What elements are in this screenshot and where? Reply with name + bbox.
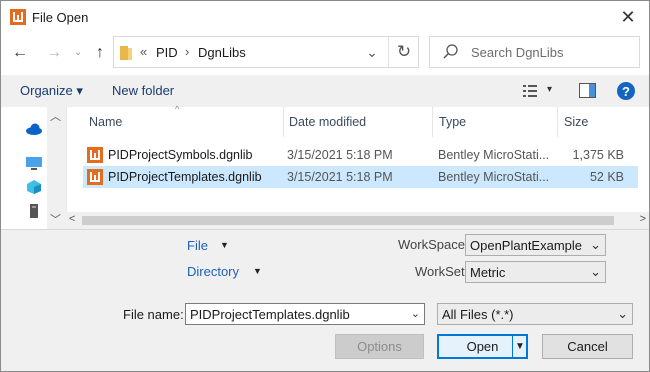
file-menu-link[interactable]: File <box>187 238 208 253</box>
recent-locations-icon[interactable]: ⌄ <box>74 43 82 63</box>
view-dropdown-icon[interactable]: ▾ <box>547 84 552 95</box>
divider <box>1 229 649 230</box>
organize-button[interactable]: Organize ▾ <box>20 83 83 99</box>
split-divider <box>512 336 513 357</box>
navigation-pane: ︿ ﹀ <box>1 107 65 229</box>
file-type-filter-select[interactable]: All Files (*.*) ⌄ <box>437 303 633 325</box>
column-header-row: ^ Name Date modified Type Size <box>67 104 649 137</box>
navigation-bar: ← → ⌄ ↑ « PID › DgnLibs ⌄ ↻ Search DgnLi… <box>1 33 649 75</box>
scroll-down-icon[interactable]: ﹀ <box>50 211 61 227</box>
column-divider[interactable] <box>432 107 433 137</box>
file-size-cell: 1,375 KB <box>572 148 624 162</box>
chevron-down-icon[interactable]: ⌄ <box>411 307 420 320</box>
breadcrumb-item-pid[interactable]: PID <box>156 45 178 60</box>
address-bar[interactable]: « PID › DgnLibs ⌄ ↻ <box>113 36 419 68</box>
column-divider[interactable] <box>557 107 558 137</box>
file-row[interactable]: PIDProjectSymbols.dgnlib 3/15/2021 5:18 … <box>83 144 638 166</box>
forward-icon[interactable]: → <box>44 43 64 63</box>
workset-value: Metric <box>470 265 506 280</box>
file-name-cell: PIDProjectSymbols.dgnlib <box>108 148 253 162</box>
workspace-select[interactable]: OpenPlantExample ⌄ <box>465 234 606 256</box>
workspace-value: OpenPlantExample <box>470 238 583 253</box>
preview-pane-icon[interactable] <box>579 83 597 99</box>
directory-menu-arrow-icon[interactable]: ▼ <box>253 266 262 276</box>
scroll-up-icon[interactable]: ︿ <box>50 108 61 124</box>
open-button-label: Open <box>466 339 499 354</box>
window-title: File Open <box>32 10 89 25</box>
column-header-name[interactable]: Name <box>89 115 122 129</box>
workset-label: WorkSet <box>415 264 465 279</box>
chevron-down-icon: ⌄ <box>590 264 601 279</box>
this-pc-icon[interactable] <box>25 155 43 171</box>
file-date-cell: 3/15/2021 5:18 PM <box>287 148 393 162</box>
toolbar: Organize ▾ New folder ▾ ? <box>1 75 649 107</box>
open-dropdown-arrow-icon[interactable]: ▼ <box>515 336 525 357</box>
breadcrumb-overflow-icon[interactable]: « <box>140 44 147 59</box>
file-size-cell: 52 KB <box>589 170 624 184</box>
column-header-date-modified[interactable]: Date modified <box>289 115 366 129</box>
chevron-down-icon: ⌄ <box>617 306 628 321</box>
file-name-input[interactable]: PIDProjectTemplates.dgnlib ⌄ <box>185 303 425 325</box>
scroll-left-icon[interactable]: < <box>69 213 75 225</box>
new-folder-button[interactable]: New folder <box>112 83 174 98</box>
workspace-label: WorkSpace <box>398 237 465 252</box>
3d-objects-icon[interactable] <box>25 179 43 195</box>
open-button[interactable]: Open ▼ <box>437 334 528 359</box>
breadcrumb-item-dgnlibs[interactable]: DgnLibs <box>198 45 246 60</box>
search-icon <box>443 44 458 59</box>
file-name-label: File name: <box>123 307 184 322</box>
file-open-dialog: File Open ✕ ← → ⌄ ↑ « PID › DgnLibs ⌄ ↻ … <box>0 0 650 372</box>
drive-icon[interactable] <box>25 203 43 219</box>
column-divider[interactable] <box>283 107 284 137</box>
horizontal-scrollbar[interactable]: < > <box>66 212 649 229</box>
scrollbar-thumb[interactable] <box>82 216 614 225</box>
file-row-selected[interactable]: PIDProjectTemplates.dgnlib 3/15/2021 5:1… <box>83 166 638 188</box>
folder-icon <box>120 46 132 60</box>
sort-indicator-icon: ^ <box>175 104 180 114</box>
breadcrumb-separator-icon[interactable]: › <box>185 44 189 59</box>
file-name-cell: PIDProjectTemplates.dgnlib <box>108 170 262 184</box>
organize-arrow-icon: ▾ <box>76 83 83 98</box>
dgnlib-file-icon <box>87 169 103 185</box>
svg-text:?: ? <box>622 84 630 99</box>
app-icon <box>10 9 26 25</box>
title-bar: File Open ✕ <box>1 1 649 33</box>
close-icon[interactable]: ✕ <box>617 6 639 28</box>
help-icon[interactable]: ? <box>616 81 636 101</box>
address-dropdown-icon[interactable]: ⌄ <box>362 41 382 63</box>
file-menu-arrow-icon[interactable]: ▼ <box>220 240 229 250</box>
chevron-down-icon: ⌄ <box>590 237 601 252</box>
up-folder-icon[interactable]: ↑ <box>90 43 110 63</box>
search-placeholder: Search DgnLibs <box>471 45 564 60</box>
back-icon[interactable]: ← <box>10 43 30 63</box>
workset-select[interactable]: Metric ⌄ <box>465 261 606 283</box>
file-list: ^ Name Date modified Type Size PIDProjec… <box>66 104 649 229</box>
view-options-icon[interactable] <box>523 84 539 98</box>
file-type-cell: Bentley MicroStati... <box>438 170 550 184</box>
file-date-cell: 3/15/2021 5:18 PM <box>287 170 393 184</box>
column-header-type[interactable]: Type <box>439 115 466 129</box>
cancel-button[interactable]: Cancel <box>542 334 633 359</box>
directory-menu-link[interactable]: Directory <box>187 264 239 279</box>
scroll-right-icon[interactable]: > <box>640 213 646 225</box>
file-type-cell: Bentley MicroStati... <box>438 148 550 162</box>
options-button[interactable]: Options <box>335 334 424 359</box>
dgnlib-file-icon <box>87 147 103 163</box>
organize-label: Organize <box>20 83 73 98</box>
refresh-icon[interactable]: ↻ <box>388 37 419 67</box>
column-header-size[interactable]: Size <box>564 115 588 129</box>
search-box[interactable]: Search DgnLibs <box>429 36 640 68</box>
file-name-value: PIDProjectTemplates.dgnlib <box>190 307 350 322</box>
file-type-filter-value: All Files (*.*) <box>442 307 514 322</box>
onedrive-icon[interactable] <box>25 121 43 137</box>
